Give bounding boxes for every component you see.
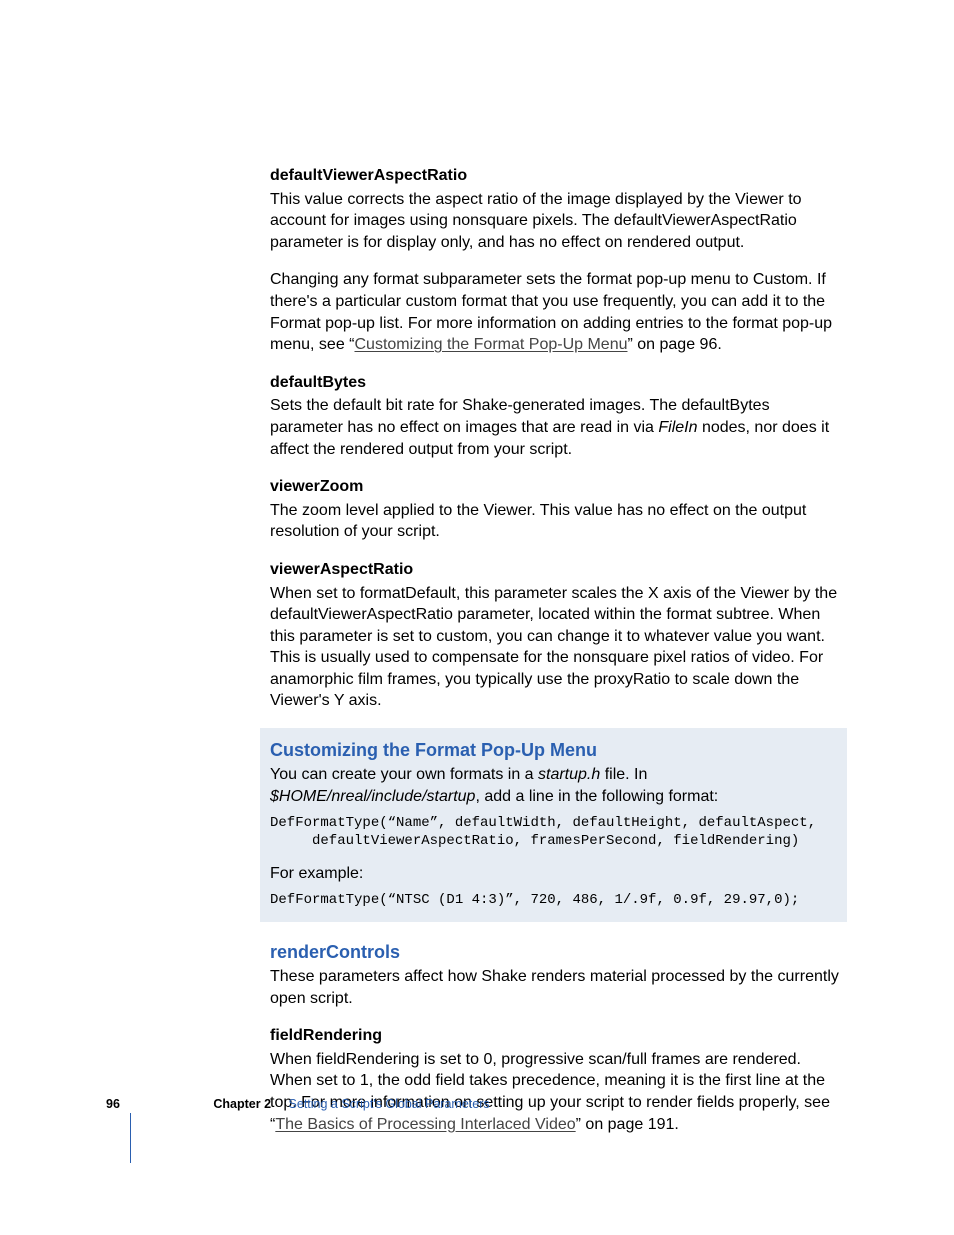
paragraph: When fieldRendering is set to 0, progres… [270, 1049, 839, 1135]
page-footer: 96 Chapter 2 Setting a Script's Global P… [106, 1096, 490, 1113]
italic-text: $HOME/nreal/include/startup [270, 788, 475, 805]
heading-viewerzoom: viewerZoom [270, 476, 839, 498]
link-customizing-format-popup[interactable]: Customizing the Format Pop-Up Menu [354, 336, 627, 353]
paragraph: Sets the default bit rate for Shake-gene… [270, 395, 839, 460]
text: ” on page 191. [576, 1116, 679, 1133]
heading-fieldrendering: fieldRendering [270, 1025, 839, 1047]
code-block: DefFormatType(“Name”, defaultWidth, defa… [270, 814, 839, 852]
section-heading-customizing: Customizing the Format Pop-Up Menu [270, 738, 839, 762]
callout-box: Customizing the Format Pop-Up Menu You c… [260, 728, 847, 922]
paragraph: Changing any format subparameter sets th… [270, 269, 839, 355]
text: ” on page 96. [627, 336, 721, 353]
paragraph: These parameters affect how Shake render… [270, 966, 839, 1009]
text: , add a line in the following format: [475, 788, 718, 805]
footer-rule [130, 1113, 131, 1163]
code-block: DefFormatType(“NTSC (D1 4:3)”, 720, 486,… [270, 891, 839, 910]
heading-defaultvieweraspectratio: defaultViewerAspectRatio [270, 165, 839, 187]
section-heading-rendercontrols: renderControls [270, 940, 839, 964]
paragraph: The zoom level applied to the Viewer. Th… [270, 500, 839, 543]
paragraph: This value corrects the aspect ratio of … [270, 189, 839, 254]
chapter-label: Chapter 2 [213, 1097, 271, 1111]
chapter-title: Setting a Script's Global Parameters [289, 1097, 490, 1111]
italic-text: startup.h [538, 766, 600, 783]
page-body: defaultViewerAspectRatio This value corr… [0, 0, 954, 1135]
paragraph: When set to formatDefault, this paramete… [270, 583, 839, 713]
heading-vieweraspectratio: viewerAspectRatio [270, 559, 839, 581]
paragraph: For example: [270, 863, 839, 885]
text: You can create your own formats in a [270, 766, 538, 783]
page-number: 96 [106, 1097, 120, 1111]
paragraph: You can create your own formats in a sta… [270, 764, 839, 807]
text: file. In [600, 766, 647, 783]
heading-defaultbytes: defaultBytes [270, 372, 839, 394]
link-basics-interlaced-video[interactable]: The Basics of Processing Interlaced Vide… [275, 1116, 575, 1133]
italic-text: FileIn [658, 419, 697, 436]
